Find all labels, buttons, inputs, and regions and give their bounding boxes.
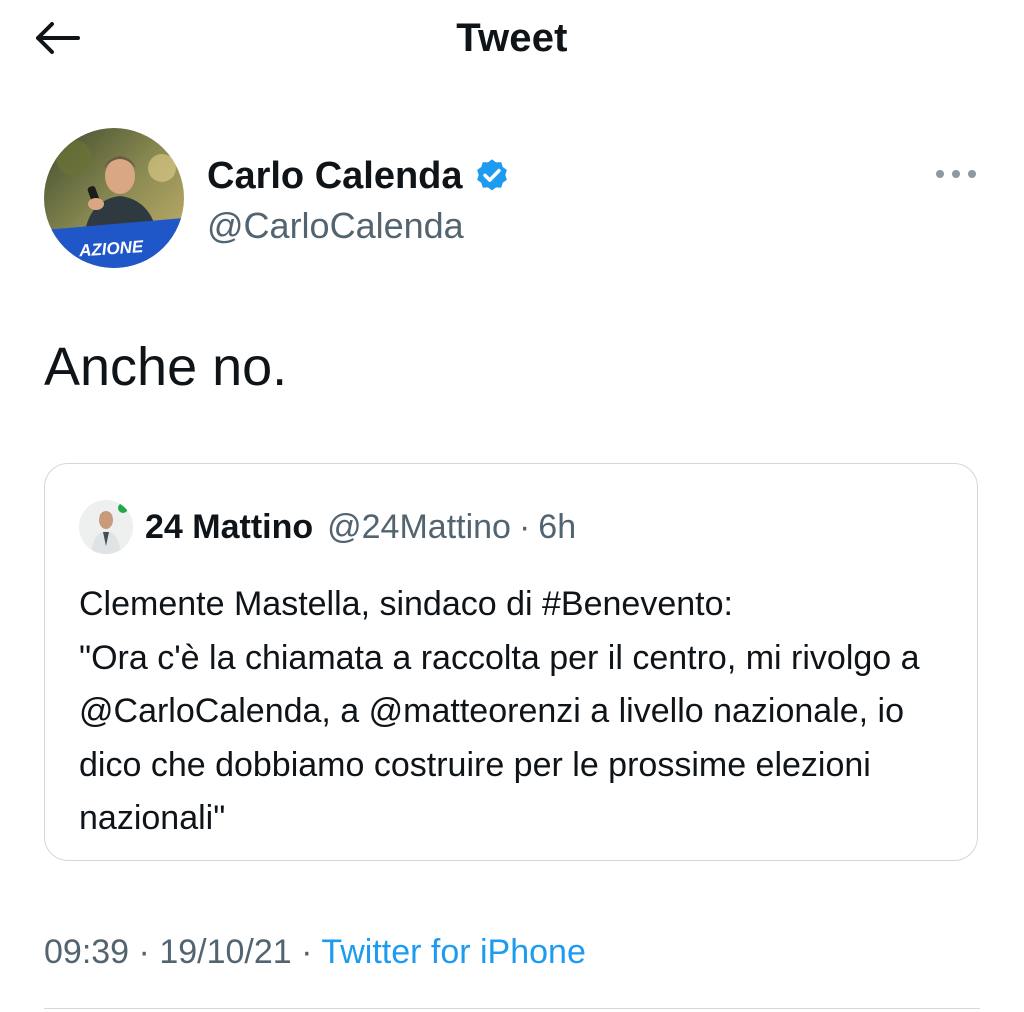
author-name-text: Carlo Calenda [207, 155, 463, 197]
quoted-avatar[interactable] [79, 500, 133, 554]
author-name[interactable]: Carlo Calenda [207, 154, 511, 198]
quoted-timestamp[interactable]: 6h [538, 506, 576, 548]
avatar[interactable]: AZIONE [44, 128, 184, 268]
more-horizontal-icon [936, 170, 976, 178]
tweet-date: 19/10/21 [159, 933, 292, 971]
quoted-tweet-text: Clemente Mastella, sindaco di #Benevento… [79, 585, 920, 837]
quoted-tweet-card[interactable]: 24 Mattino @24Mattino · 6h Clemente Mast… [44, 463, 978, 861]
verified-badge-icon [476, 159, 507, 191]
tweet-time: 09:39 [44, 933, 130, 971]
divider [44, 1008, 980, 1009]
tweet-text: Anche no. [44, 337, 288, 397]
more-options-button[interactable] [928, 156, 984, 192]
tweet-meta: 09:39 · 19/10/21 · Twitter for iPhone [44, 930, 586, 974]
tweet-author: AZIONE Carlo Calenda @CarloCalenda [44, 128, 984, 268]
page-title: Tweet [456, 16, 568, 60]
tweet-source-link[interactable]: Twitter for iPhone [321, 933, 586, 971]
quoted-separator: · [518, 508, 531, 546]
quoted-header: 24 Mattino @24Mattino · 6h [145, 506, 576, 548]
meta-separator: · [301, 933, 313, 971]
quoted-author-name[interactable]: 24 Mattino [145, 506, 313, 548]
author-handle[interactable]: @CarloCalenda [207, 204, 464, 248]
quoted-author-handle[interactable]: @24Mattino [327, 506, 511, 548]
meta-separator: · [138, 933, 150, 971]
top-bar: Tweet [0, 0, 1024, 76]
